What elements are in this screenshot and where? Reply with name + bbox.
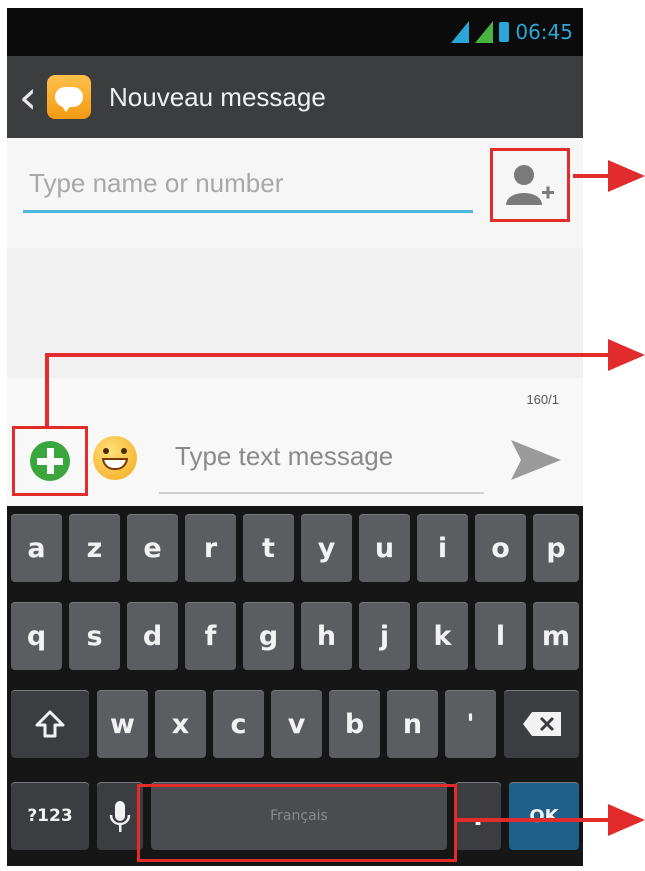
key-apostrophe[interactable]: ' — [445, 690, 496, 758]
clock: 06:45 — [515, 20, 573, 44]
key-k[interactable]: k — [417, 602, 468, 670]
symbols-key[interactable]: ?123 — [11, 782, 89, 850]
key-h[interactable]: h — [301, 602, 352, 670]
key-v[interactable]: v — [271, 690, 322, 758]
recipient-input[interactable] — [23, 160, 479, 206]
microphone-icon — [109, 801, 131, 832]
attach-button[interactable] — [12, 426, 88, 496]
page-title: Nouveau message — [109, 81, 326, 112]
battery-icon — [499, 22, 510, 42]
signal-icon — [475, 21, 494, 43]
key-i[interactable]: i — [417, 514, 468, 582]
key-p[interactable]: p — [533, 514, 579, 582]
message-input[interactable] — [159, 426, 484, 486]
keyboard-row-2: q s d f g h j k l m — [7, 602, 583, 676]
char-counter: 160/1 — [526, 392, 559, 407]
key-j[interactable]: j — [359, 602, 410, 670]
recipient-field-container — [23, 160, 479, 213]
add-contact-button[interactable] — [490, 148, 570, 222]
key-n[interactable]: n — [387, 690, 438, 758]
keyboard: a z e r t y u i o p q s d f g h j k l m — [7, 506, 583, 866]
key-d[interactable]: d — [127, 602, 178, 670]
shift-icon — [35, 710, 65, 738]
message-thread-area — [7, 248, 583, 378]
action-bar: ‹ Nouveau message — [7, 56, 583, 138]
key-z[interactable]: z — [69, 514, 120, 582]
key-w[interactable]: w — [97, 690, 148, 758]
key-s[interactable]: s — [69, 602, 120, 670]
signal-icon — [451, 21, 470, 43]
status-bar: 06:45 — [7, 8, 583, 56]
key-r[interactable]: r — [185, 514, 236, 582]
key-l[interactable]: l — [475, 602, 526, 670]
chevron-left-icon[interactable]: ‹ — [13, 74, 43, 120]
ok-key[interactable]: OK — [509, 782, 579, 850]
message-field-container — [159, 426, 484, 494]
shift-key[interactable] — [11, 690, 89, 758]
key-b[interactable]: b — [329, 690, 380, 758]
key-m[interactable]: m — [533, 602, 579, 670]
key-g[interactable]: g — [243, 602, 294, 670]
key-o[interactable]: o — [475, 514, 526, 582]
keyboard-row-1: a z e r t y u i o p — [7, 514, 583, 588]
key-y[interactable]: y — [301, 514, 352, 582]
period-key[interactable]: . — [455, 782, 501, 850]
backspace-icon — [522, 712, 561, 736]
message-icon[interactable] — [47, 75, 91, 119]
send-icon[interactable] — [507, 436, 563, 484]
smiley-icon[interactable] — [93, 436, 137, 480]
key-a[interactable]: a — [11, 514, 62, 582]
add-contact-icon — [506, 165, 554, 205]
highlight-space-key — [137, 784, 457, 862]
key-q[interactable]: q — [11, 602, 62, 670]
plus-icon — [30, 441, 70, 481]
backspace-key[interactable] — [504, 690, 579, 758]
key-x[interactable]: x — [155, 690, 206, 758]
key-c[interactable]: c — [213, 690, 264, 758]
phone-screen: 06:45 ‹ Nouveau message 160/1 — [7, 8, 583, 866]
keyboard-row-3: w x c v b n ' — [7, 690, 583, 764]
compose-bar: 160/1 — [7, 378, 583, 506]
key-u[interactable]: u — [359, 514, 410, 582]
recipient-section — [7, 138, 583, 248]
key-e[interactable]: e — [127, 514, 178, 582]
key-f[interactable]: f — [185, 602, 236, 670]
key-t[interactable]: t — [243, 514, 294, 582]
